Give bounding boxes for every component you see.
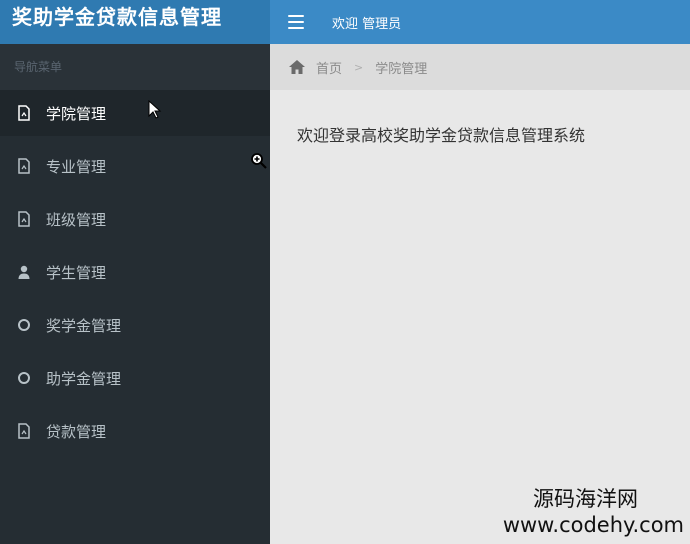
home-icon[interactable] xyxy=(288,59,306,75)
breadcrumb: 首页 > 学院管理 xyxy=(270,44,690,90)
sidebar: 奖助学金贷款信息管理 导航菜单 学院管理 专业管理 班级管理 学生管理 奖学金管… xyxy=(0,0,270,544)
sidebar-item-student[interactable]: 学生管理 xyxy=(0,249,270,295)
sidebar-item-class[interactable]: 班级管理 xyxy=(0,196,270,242)
sidebar-item-label: 专业管理 xyxy=(46,157,107,176)
sidebar-item-label: 学院管理 xyxy=(46,104,107,123)
zoom-cursor-icon xyxy=(251,153,267,169)
user-icon xyxy=(16,264,32,280)
sidebar-item-major[interactable]: 专业管理 xyxy=(0,143,270,189)
document-icon xyxy=(16,158,32,174)
watermark-name: 源码海洋网 xyxy=(533,487,638,511)
breadcrumb-home[interactable]: 首页 xyxy=(316,58,342,77)
sidebar-item-label: 班级管理 xyxy=(46,210,107,229)
circle-icon xyxy=(16,317,32,333)
document-icon xyxy=(16,423,32,439)
sidebar-item-label: 奖学金管理 xyxy=(46,316,122,335)
mouse-cursor-icon xyxy=(148,100,162,119)
sidebar-item-college[interactable]: 学院管理 xyxy=(0,90,270,136)
sidebar-item-grant[interactable]: 助学金管理 xyxy=(0,355,270,401)
circle-icon xyxy=(16,370,32,386)
document-icon xyxy=(16,105,32,121)
menu-toggle-icon[interactable] xyxy=(288,15,304,29)
watermark: 源码海洋网 www.codehy.com xyxy=(503,486,684,538)
watermark-url: www.codehy.com xyxy=(502,513,684,537)
nav-header: 导航菜单 xyxy=(0,44,270,90)
topbar: 欢迎 管理员 xyxy=(270,0,690,44)
breadcrumb-current: 学院管理 xyxy=(375,61,428,77)
main-content: 欢迎登录高校奖助学金贷款信息管理系统 xyxy=(270,90,690,544)
welcome-user: 欢迎 管理员 xyxy=(332,16,402,32)
sidebar-item-scholarship[interactable]: 奖学金管理 xyxy=(0,302,270,348)
app-title: 奖助学金贷款信息管理 xyxy=(0,0,270,44)
sidebar-item-label: 助学金管理 xyxy=(46,369,122,388)
sidebar-item-label: 贷款管理 xyxy=(46,422,107,441)
sidebar-item-loan[interactable]: 贷款管理 xyxy=(0,408,270,454)
welcome-message: 欢迎登录高校奖助学金贷款信息管理系统 xyxy=(297,126,586,145)
breadcrumb-separator: > xyxy=(354,60,364,74)
document-icon xyxy=(16,211,32,227)
sidebar-item-label: 学生管理 xyxy=(46,263,107,282)
